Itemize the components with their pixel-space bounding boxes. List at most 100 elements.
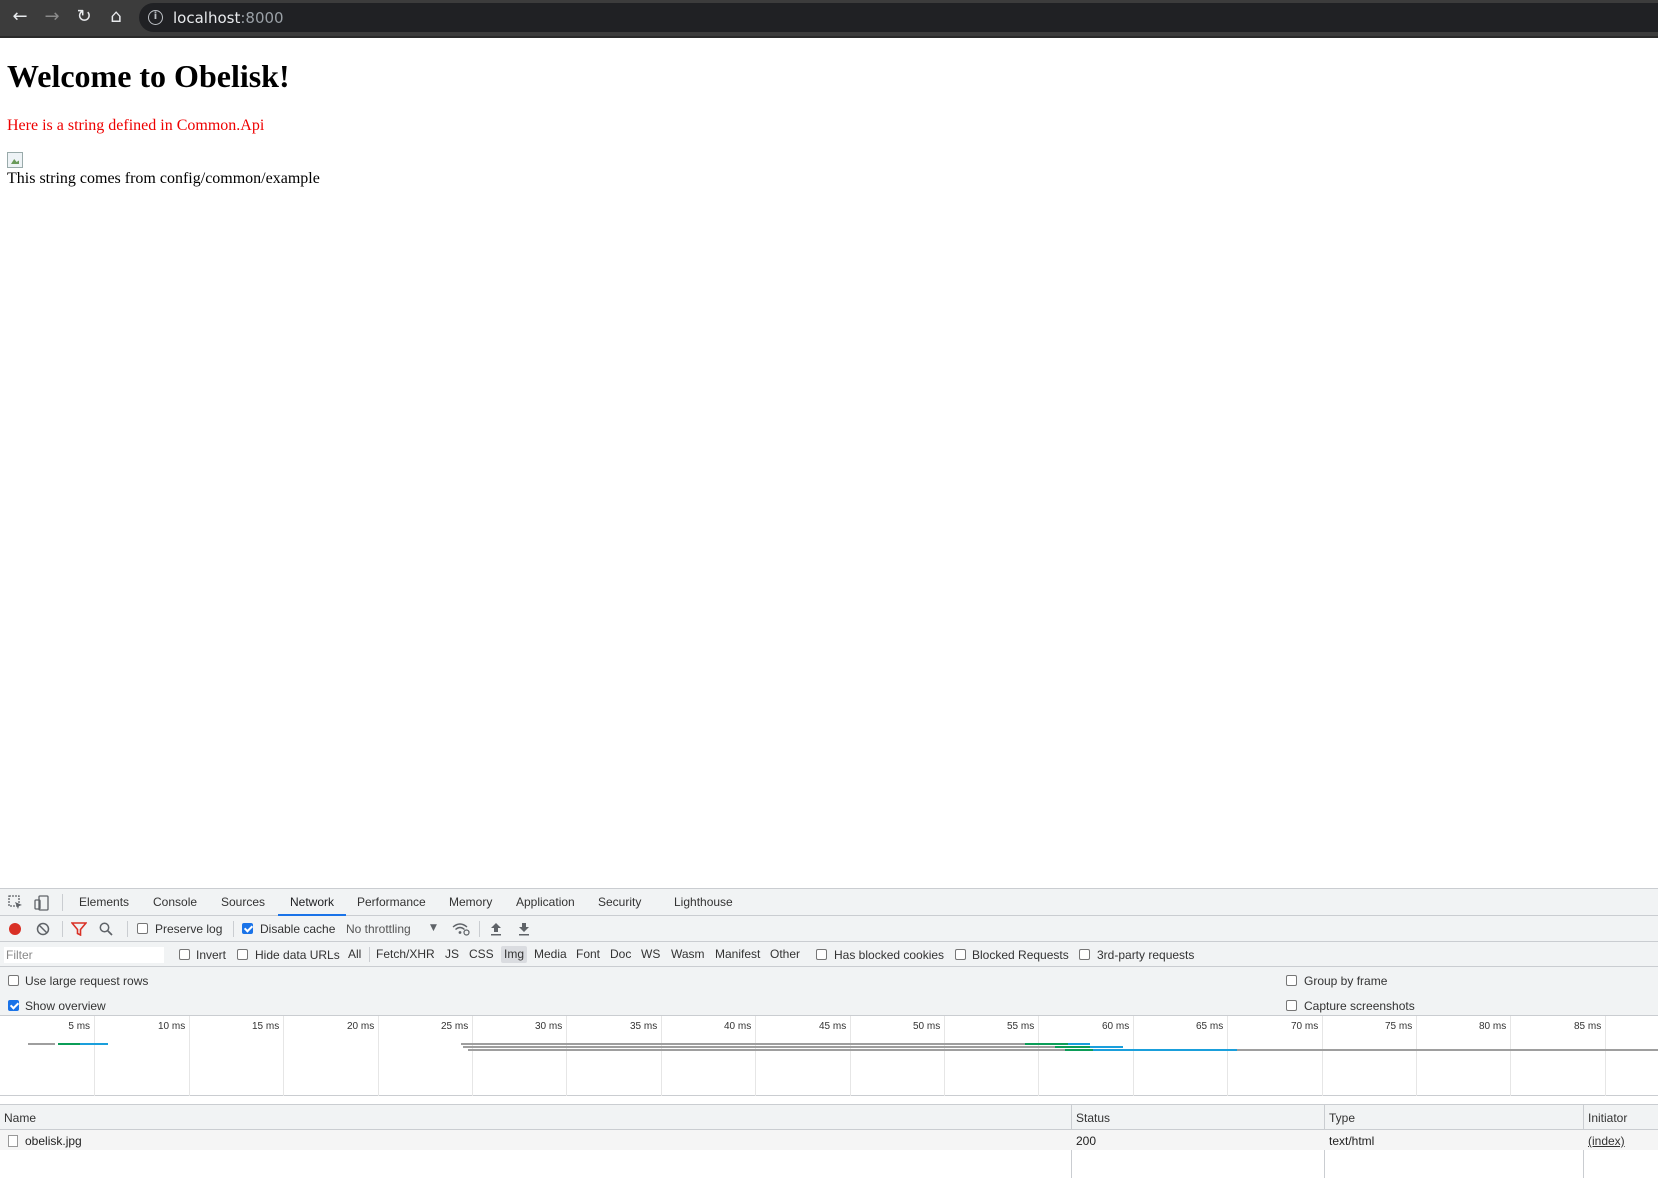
timeline-request-bar — [1055, 1046, 1090, 1048]
network-conditions-icon[interactable] — [452, 922, 470, 936]
timeline-tick-label: 40 ms — [724, 1021, 752, 1032]
invert-checkbox[interactable] — [179, 949, 190, 960]
export-har-icon[interactable] — [518, 922, 530, 936]
invert-label: Invert — [196, 948, 227, 962]
tab-application[interactable]: Application — [516, 889, 575, 916]
timeline-tick-label: 35 ms — [630, 1021, 658, 1032]
filter-type-doc[interactable]: Doc — [607, 946, 634, 963]
devtools-tabs: Elements Console Sources Network Perform… — [0, 889, 1658, 916]
filter-type-wasm[interactable]: Wasm — [668, 946, 708, 963]
network-options: Use large request rows Show overview Gro… — [0, 967, 1658, 1016]
timeline-request-bar — [1065, 1049, 1093, 1051]
tab-security[interactable]: Security — [598, 889, 641, 916]
filter-type-other[interactable]: Other — [767, 946, 803, 963]
third-party-checkbox[interactable] — [1079, 949, 1090, 960]
divider — [62, 921, 63, 937]
capture-screenshots-checkbox[interactable] — [1286, 1000, 1297, 1011]
browser-toolbar: ← → ↻ ⌂ i localhost:8000 — [0, 0, 1658, 38]
tab-memory[interactable]: Memory — [449, 889, 492, 916]
column-header-initiator[interactable]: Initiator — [1588, 1111, 1627, 1125]
filter-input[interactable]: Filter — [4, 947, 164, 963]
timeline-tick-label: 85 ms — [1574, 1021, 1602, 1032]
filter-icon[interactable] — [71, 922, 87, 936]
column-header-status[interactable]: Status — [1076, 1111, 1110, 1125]
network-overview-timeline[interactable]: 5 ms 10 ms 15 ms 20 ms 25 ms 30 ms 35 ms 40 ms 4… — [0, 1016, 1658, 1096]
tab-lighthouse[interactable]: Lighthouse — [674, 889, 733, 916]
timeline-tick-label: 75 ms — [1385, 1021, 1413, 1032]
group-by-frame-checkbox[interactable] — [1286, 975, 1297, 986]
home-icon[interactable]: ⌂ — [104, 5, 128, 29]
timeline-tick-label: 70 ms — [1291, 1021, 1319, 1032]
tab-sources[interactable]: Sources — [221, 889, 265, 916]
timeline-tick-label: 50 ms — [913, 1021, 941, 1032]
request-initiator[interactable]: (index) — [1588, 1134, 1625, 1148]
timeline-gridline — [283, 1016, 284, 1096]
timeline-tick-label: 30 ms — [535, 1021, 563, 1032]
throttling-select[interactable]: No throttling — [346, 922, 411, 936]
tab-performance[interactable]: Performance — [357, 889, 426, 916]
filter-type-all[interactable]: All — [345, 946, 364, 963]
filter-bar: Filter Invert Hide data URLs All Fetch/X… — [0, 942, 1658, 967]
timeline-gridline — [566, 1016, 567, 1096]
request-name[interactable]: obelisk.jpg — [25, 1134, 82, 1148]
chevron-down-icon[interactable]: ▼ — [430, 924, 437, 933]
tab-console[interactable]: Console — [153, 889, 197, 916]
divider — [62, 894, 63, 911]
column-header-type[interactable]: Type — [1329, 1111, 1355, 1125]
filter-type-ws[interactable]: WS — [638, 946, 663, 963]
timeline-tick-label: 65 ms — [1196, 1021, 1224, 1032]
preserve-log-label: Preserve log — [155, 922, 223, 936]
hide-data-urls-checkbox[interactable] — [237, 949, 248, 960]
url-text[interactable]: localhost:8000 — [173, 9, 284, 27]
record-icon[interactable] — [9, 923, 21, 935]
config-text: This string comes from config/common/exa… — [7, 170, 320, 187]
device-toolbar-icon[interactable] — [34, 895, 50, 911]
inspect-element-icon[interactable] — [8, 895, 24, 911]
timeline-gridline — [1322, 1016, 1323, 1096]
timeline-request-bar — [80, 1043, 108, 1045]
search-icon[interactable] — [99, 922, 113, 936]
timeline-request-bar — [468, 1049, 1065, 1051]
third-party-label: 3rd-party requests — [1097, 948, 1195, 962]
blocked-requests-checkbox[interactable] — [955, 949, 966, 960]
column-header-name[interactable]: Name — [4, 1111, 36, 1125]
filter-type-fetch-xhr[interactable]: Fetch/XHR — [373, 946, 438, 963]
filter-type-font[interactable]: Font — [573, 946, 603, 963]
disable-cache-checkbox[interactable] — [242, 923, 253, 934]
info-icon[interactable]: i — [148, 10, 163, 25]
filter-type-js[interactable]: JS — [442, 946, 462, 963]
timeline-tick-label: 5 ms — [68, 1021, 91, 1032]
page-content: Welcome to Obelisk! Here is a string def… — [0, 40, 1658, 888]
timeline-gridline — [1227, 1016, 1228, 1096]
reload-icon[interactable]: ↻ — [72, 5, 96, 29]
timeline-gridline — [1605, 1016, 1606, 1096]
clear-icon[interactable] — [36, 922, 50, 936]
timeline-gridline — [944, 1016, 945, 1096]
address-bar[interactable]: i localhost:8000 — [139, 3, 1658, 32]
filter-type-css[interactable]: CSS — [466, 946, 497, 963]
timeline-gridline — [189, 1016, 190, 1096]
timeline-gridline — [378, 1016, 379, 1096]
filter-type-manifest[interactable]: Manifest — [712, 946, 763, 963]
broken-image-icon — [7, 152, 23, 168]
table-row[interactable]: obelisk.jpg 200 text/html (index) — [0, 1130, 1658, 1150]
large-rows-checkbox[interactable] — [8, 975, 19, 986]
filter-type-media[interactable]: Media — [531, 946, 570, 963]
tab-network[interactable]: Network — [278, 889, 347, 916]
preserve-log-checkbox[interactable] — [137, 923, 148, 934]
timeline-gridline — [755, 1016, 756, 1096]
timeline-tick-label: 60 ms — [1102, 1021, 1130, 1032]
group-by-frame-label: Group by frame — [1304, 974, 1388, 988]
tab-elements[interactable]: Elements — [79, 889, 129, 916]
show-overview-checkbox[interactable] — [8, 1000, 19, 1011]
timeline-gridline — [1416, 1016, 1417, 1096]
has-blocked-cookies-checkbox[interactable] — [816, 949, 827, 960]
import-har-icon[interactable] — [490, 922, 502, 936]
show-overview-label: Show overview — [25, 999, 106, 1013]
arrow-left-icon[interactable]: ← — [8, 5, 32, 29]
arrow-right-icon[interactable]: → — [40, 5, 64, 29]
timeline-request-bar — [1068, 1043, 1090, 1045]
devtools-panel: Elements Console Sources Network Perform… — [0, 888, 1658, 1178]
timeline-request-bar — [461, 1043, 1025, 1045]
filter-type-img[interactable]: Img — [501, 946, 528, 963]
